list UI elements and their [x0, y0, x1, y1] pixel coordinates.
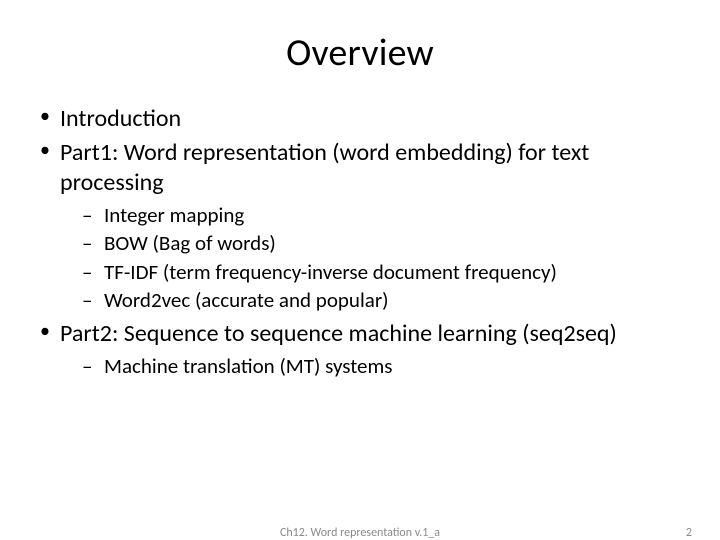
subbullet-text: BOW (Bag of words) [104, 230, 276, 256]
subbullet-word2vec: Word2vec (accurate and popular) [60, 287, 680, 313]
slide-title: Overview [40, 30, 680, 76]
slide-content: Introduction Part1: Word representation … [40, 104, 680, 379]
subbullet-text: Machine translation (MT) systems [104, 353, 392, 379]
slide: Overview Introduction Part1: Word repres… [0, 0, 720, 540]
subbullet-text: Word2vec (accurate and popular) [104, 287, 389, 313]
bullet-list-level1: Introduction Part1: Word representation … [40, 104, 680, 379]
footer-center-text: Ch12. Word representation v.1_a [0, 526, 720, 540]
bullet-list-level2: Integer mapping BOW (Bag of words) TF-ID… [60, 202, 680, 313]
bullet-text: Part2: Sequence to sequence machine lear… [60, 319, 617, 348]
subbullet-text: Integer mapping [104, 202, 244, 228]
bullet-introduction: Introduction [40, 104, 680, 134]
subbullet-bow: BOW (Bag of words) [60, 230, 680, 256]
subbullet-mt: Machine translation (MT) systems [60, 353, 680, 379]
bullet-text: Introduction [60, 104, 181, 133]
bullet-text: Part1: Word representation (word embeddi… [60, 138, 589, 197]
subbullet-integer-mapping: Integer mapping [60, 202, 680, 228]
bullet-list-level2: Machine translation (MT) systems [60, 353, 680, 379]
bullet-part2: Part2: Sequence to sequence machine lear… [40, 319, 680, 379]
subbullet-tfidf: TF-IDF (term frequency-inverse document … [60, 259, 680, 285]
subbullet-text: TF-IDF (term frequency-inverse document … [104, 259, 557, 285]
page-number: 2 [686, 526, 692, 540]
bullet-part1: Part1: Word representation (word embeddi… [40, 138, 680, 313]
